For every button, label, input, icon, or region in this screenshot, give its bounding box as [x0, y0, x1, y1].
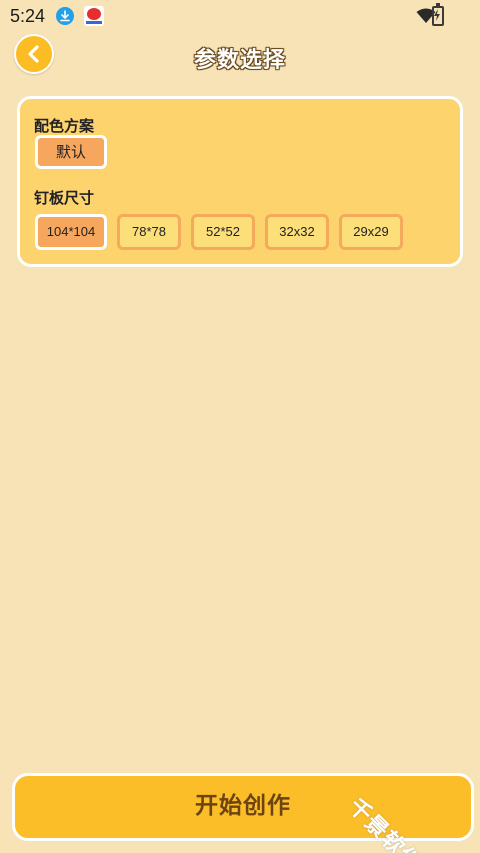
board-size-option-32[interactable]: 32x32 [265, 214, 329, 250]
color-scheme-option-default[interactable]: 默认 [35, 135, 107, 169]
page-title: 参数选择 [193, 48, 286, 74]
app-screen: 5:24 参数选择 配色方案 默认 钉板尺寸 104*104 78*78 52*… [0, 0, 480, 853]
board-size-option-104[interactable]: 104*104 [35, 214, 107, 250]
status-bar: 5:24 [0, 0, 480, 32]
app-notification-icon [84, 6, 104, 26]
settings-card: 配色方案 默认 钉板尺寸 104*104 78*78 52*52 32x32 2… [17, 96, 463, 267]
battery-charging-icon [432, 3, 444, 26]
color-scheme-label: 配色方案 [34, 117, 95, 135]
board-size-option-78[interactable]: 78*78 [117, 214, 181, 250]
board-size-option-52[interactable]: 52*52 [191, 214, 255, 250]
status-time: 5:24 [10, 6, 46, 26]
download-icon [56, 7, 74, 25]
board-size-label: 钉板尺寸 [34, 189, 95, 207]
board-size-option-29[interactable]: 29x29 [339, 214, 403, 250]
